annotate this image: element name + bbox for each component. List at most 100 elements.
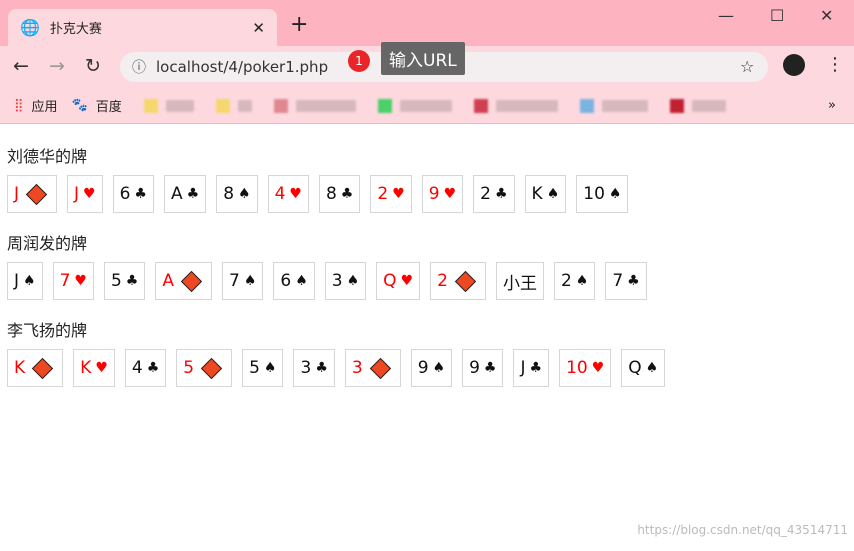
card: 9 ♣ xyxy=(462,349,504,387)
card-rank: J xyxy=(14,271,20,291)
card: 小王 xyxy=(495,262,544,300)
card-rank: 2 xyxy=(377,184,389,204)
card-rank: K xyxy=(531,184,543,204)
card-rank: 2 xyxy=(437,271,448,291)
card-rank: 5 xyxy=(249,358,260,378)
info-icon[interactable]: ⓘ xyxy=(132,57,146,77)
more-bookmarks-icon[interactable]: » xyxy=(828,98,836,113)
card: K ♠ xyxy=(524,175,567,213)
card: 8 ♣ xyxy=(318,175,361,213)
card-rank: 8 xyxy=(325,184,337,204)
club-icon: ♣ xyxy=(125,273,139,289)
card-rank: Q xyxy=(383,271,397,291)
card: 9 ♠ xyxy=(410,349,453,387)
star-icon[interactable]: ☆ xyxy=(740,57,754,76)
card: 5 xyxy=(176,349,233,387)
card: J ♥ xyxy=(67,175,103,213)
card-rank: 9 xyxy=(469,358,480,378)
url-text: localhost/4/poker1.php xyxy=(156,58,329,76)
watermark: https://blog.csdn.net/qq_43514711 xyxy=(637,523,848,537)
spade-icon: ♠ xyxy=(263,360,277,376)
bookmark-blurred[interactable] xyxy=(601,99,648,112)
card-rank: A xyxy=(170,184,183,204)
card-rank: J xyxy=(14,184,20,204)
bookmark-blurred[interactable] xyxy=(295,99,356,112)
menu-icon[interactable]: ⋮ xyxy=(826,54,844,75)
bookmark-blurred[interactable] xyxy=(237,99,252,112)
page-content: 刘德华的牌 J J ♥ 6 ♣ A ♣ 8 ♠ 4 ♥ 8 ♣ 2 ♥ 9 ♥ 2 ♣ K ♠ 10 ♠ 周润发的牌 J ♠ 7 ♥ 5 ♣… xyxy=(0,124,854,387)
player-label: 周润发的牌 xyxy=(7,234,88,253)
card: 5 ♠ xyxy=(242,349,284,387)
card-rank: K xyxy=(80,358,92,378)
card-rank: 10 xyxy=(583,184,605,204)
close-tab-icon[interactable]: ✕ xyxy=(252,19,265,37)
site-icon xyxy=(473,98,488,113)
player-label: 李飞扬的牌 xyxy=(7,321,88,340)
bookmark-blurred[interactable] xyxy=(165,99,194,112)
spade-icon: ♠ xyxy=(432,360,446,376)
card-rank: 3 xyxy=(300,358,312,378)
bookmark-apps[interactable]: 应用 xyxy=(32,96,58,115)
notification-badge: 1 xyxy=(348,50,370,72)
heart-icon: ♥ xyxy=(83,186,96,202)
card-row: K K ♥ 4 ♣ 5 5 ♠ 3 ♣ 3 9 ♠ 9 ♣ J ♣ 10 ♥ Q ♠ xyxy=(7,349,847,387)
reload-button[interactable]: ↻ xyxy=(85,55,101,77)
back-button[interactable]: ← xyxy=(13,55,29,77)
heart-icon: ♥ xyxy=(400,273,414,289)
card-row: J J ♥ 6 ♣ A ♣ 8 ♠ 4 ♥ 8 ♣ 2 ♥ 9 ♥ 2 ♣ K ♠ 10 ♠ xyxy=(7,175,847,213)
card: 6 ♣ xyxy=(112,175,154,213)
maximize-button[interactable]: ☐ xyxy=(770,6,784,25)
profile-icon[interactable] xyxy=(783,54,805,76)
minimize-button[interactable]: — xyxy=(718,6,734,25)
heart-icon: ♥ xyxy=(95,360,108,376)
card: 4 ♣ xyxy=(124,349,167,387)
card-row: J ♠ 7 ♥ 5 ♣ A 7 ♠ 6 ♠ 3 ♠ Q ♥ 2 小王 2 ♠ 7 ♣ xyxy=(7,262,847,300)
tab-title: 扑克大赛 xyxy=(49,22,102,37)
card: A ♣ xyxy=(163,175,207,213)
toolbar: ← → ↻ ⓘ localhost/4/poker1.php 1 输入URL ☆… xyxy=(0,42,854,88)
player-label: 刘德华的牌 xyxy=(7,147,88,166)
card: 10 ♥ xyxy=(559,349,612,387)
card: J ♠ xyxy=(7,262,43,300)
card: 7 ♣ xyxy=(605,262,647,300)
card-rank: 8 xyxy=(223,184,235,204)
club-icon: ♣ xyxy=(494,186,508,202)
card-rank: 4 xyxy=(131,358,143,378)
card: Q ♥ xyxy=(376,262,421,300)
card: 10 ♠ xyxy=(576,175,629,213)
bookmark-blurred[interactable] xyxy=(691,99,726,112)
card: K ♥ xyxy=(73,349,115,387)
diamond-icon xyxy=(369,357,391,379)
spade-icon: ♠ xyxy=(645,360,659,376)
card: A xyxy=(155,262,212,300)
club-icon: ♣ xyxy=(340,186,354,202)
spade-icon: ♠ xyxy=(295,273,308,289)
card: 3 ♣ xyxy=(293,349,335,387)
bookmark-blurred[interactable] xyxy=(495,99,558,112)
site-icon xyxy=(579,98,594,113)
close-window-button[interactable]: ✕ xyxy=(820,6,833,25)
card-rank: 10 xyxy=(566,358,588,378)
card: 8 ♠ xyxy=(216,175,258,213)
tab-active[interactable]: 🌐 扑克大赛 ✕ xyxy=(8,9,277,46)
card-rank: Q xyxy=(628,358,642,378)
card: J ♣ xyxy=(513,349,550,387)
baidu-icon: 🐾 xyxy=(71,98,88,113)
club-icon: ♣ xyxy=(146,360,160,376)
card: 6 ♠ xyxy=(273,262,315,300)
card: 9 ♥ xyxy=(421,175,464,213)
bookmarks-bar: ⣿ 应用 🐾 百度 » xyxy=(0,88,854,124)
bookmark-baidu[interactable]: 百度 xyxy=(96,96,122,115)
card: 4 ♥ xyxy=(267,175,309,213)
forward-button[interactable]: → xyxy=(49,55,65,77)
spade-icon: ♠ xyxy=(243,273,257,289)
folder-icon xyxy=(215,98,230,113)
card: 7 ♥ xyxy=(52,262,94,300)
club-icon: ♣ xyxy=(529,360,543,376)
spade-icon: ♠ xyxy=(346,273,360,289)
bookmark-blurred[interactable] xyxy=(399,99,452,112)
card-rank: 7 xyxy=(229,271,240,291)
new-tab-button[interactable]: + xyxy=(290,12,308,37)
card-rank: J xyxy=(520,358,526,378)
card: 7 ♠ xyxy=(222,262,264,300)
